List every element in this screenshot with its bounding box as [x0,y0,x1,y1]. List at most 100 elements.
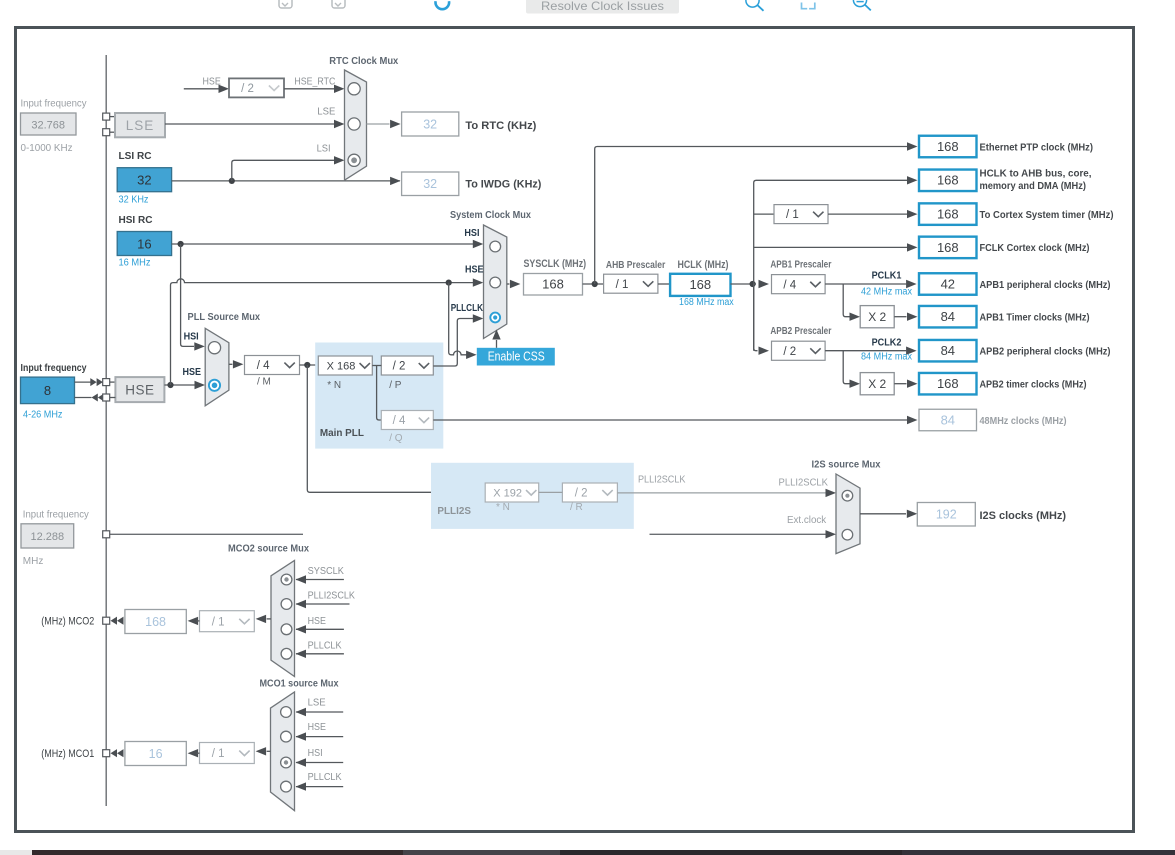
svg-text:I2S clocks (MHz): I2S clocks (MHz) [980,510,1067,522]
svg-text:HSE: HSE [125,383,154,398]
svg-text:32: 32 [423,118,437,132]
svg-text:32 KHz: 32 KHz [119,194,149,205]
svg-text:8: 8 [44,383,51,398]
svg-text:X 2: X 2 [868,310,886,324]
svg-text:HSI: HSI [184,332,199,343]
svg-text:/ M: / M [257,377,271,388]
svg-text:Input frequency: Input frequency [21,99,87,110]
svg-text:84 MHz max: 84 MHz max [861,351,912,362]
svg-text:PLLCLK: PLLCLK [308,640,342,651]
svg-text:/ 2: / 2 [393,361,406,373]
svg-text:Ethernet PTP clock (MHz): Ethernet PTP clock (MHz) [980,142,1094,153]
svg-text:I2S source Mux: I2S source Mux [812,459,881,470]
svg-text:RTC Clock Mux: RTC Clock Mux [329,56,398,67]
svg-text:48MHz clocks (MHz): 48MHz clocks (MHz) [980,416,1067,427]
svg-text:LSE: LSE [317,107,335,118]
svg-text:168 MHz max: 168 MHz max [679,297,734,308]
svg-text:MCO1 source Mux: MCO1 source Mux [260,678,339,689]
svg-text:168: 168 [937,240,959,255]
svg-text:(MHz) MCO1: (MHz) MCO1 [41,748,94,760]
svg-text:/ 1: / 1 [786,209,799,221]
svg-text:* N: * N [327,380,341,391]
svg-text:168: 168 [937,207,959,222]
svg-text:HSE: HSE [308,616,327,627]
svg-text:/ 4: / 4 [257,360,270,372]
svg-text:X 192: X 192 [493,488,522,500]
svg-text:HSI: HSI [308,748,323,759]
svg-text:84: 84 [941,343,955,358]
svg-text:To RTC (KHz): To RTC (KHz) [465,120,536,132]
svg-text:PLLCLK: PLLCLK [308,772,342,783]
svg-text:/ 4: / 4 [393,415,406,427]
svg-text:16: 16 [137,236,151,251]
svg-text:Input frequency: Input frequency [21,363,87,374]
svg-text:HCLK to AHB bus, core,: HCLK to AHB bus, core, [980,169,1092,180]
svg-text:PLLI2SCLK: PLLI2SCLK [779,478,829,489]
svg-text:PLL Source Mux: PLL Source Mux [188,312,261,323]
svg-text:Enable CSS: Enable CSS [488,349,545,364]
svg-text:To Cortex System timer (MHz): To Cortex System timer (MHz) [980,210,1114,221]
svg-text:192: 192 [936,508,957,522]
svg-text:FCLK Cortex clock (MHz): FCLK Cortex clock (MHz) [980,243,1090,254]
svg-text:PCLK1: PCLK1 [872,270,902,281]
svg-text:System Clock Mux: System Clock Mux [450,210,531,221]
svg-text:32.768: 32.768 [31,119,65,131]
svg-text:/ 1: / 1 [616,279,629,291]
svg-text:PLLI2S: PLLI2S [437,506,471,517]
svg-text:Ext.clock: Ext.clock [787,515,827,526]
svg-text:MHz: MHz [23,556,44,567]
svg-text:HCLK (MHz): HCLK (MHz) [678,259,729,271]
svg-text:(MHz) MCO2: (MHz) MCO2 [41,616,94,628]
svg-text:/ R: / R [570,502,583,513]
svg-text:/ 1: / 1 [212,748,225,760]
svg-text:MCO2 source Mux: MCO2 source Mux [228,544,309,555]
svg-text:/ 1: / 1 [212,616,225,628]
svg-text:To IWDG (KHz): To IWDG (KHz) [465,179,541,191]
svg-text:/ Q: / Q [389,433,403,444]
svg-text:APB1 Timer clocks (MHz): APB1 Timer clocks (MHz) [980,313,1090,324]
svg-text:168: 168 [937,376,959,391]
svg-text:Resolve Clock Issues: Resolve Clock Issues [541,0,664,13]
svg-text:32: 32 [137,173,151,188]
svg-text:PCLK2: PCLK2 [872,337,902,348]
svg-text:168: 168 [145,615,166,629]
svg-text:* N: * N [496,502,510,513]
svg-text:12.288: 12.288 [30,531,64,543]
svg-text:/ 4: / 4 [783,279,796,291]
svg-text:HSE: HSE [308,722,327,733]
svg-text:AHB Prescaler: AHB Prescaler [606,260,665,271]
svg-text:/ 2: / 2 [241,83,254,95]
svg-text:X 2: X 2 [868,377,886,391]
svg-text:/ P: / P [389,380,402,391]
svg-text:HSE: HSE [203,76,222,87]
svg-text:168: 168 [937,173,959,188]
svg-text:APB2 Prescaler: APB2 Prescaler [770,326,831,337]
svg-text:42 MHz max: 42 MHz max [861,286,912,297]
svg-text:HSE: HSE [183,367,202,378]
svg-text:LSI: LSI [317,144,331,155]
svg-text:32: 32 [423,177,437,191]
svg-text:memory and DMA (MHz): memory and DMA (MHz) [980,181,1087,192]
svg-text:Main PLL: Main PLL [320,428,364,439]
svg-text:HSI: HSI [464,228,479,239]
svg-text:Input frequency: Input frequency [23,509,89,520]
svg-text:168: 168 [937,139,959,154]
svg-text:APB2 timer clocks (MHz): APB2 timer clocks (MHz) [980,380,1087,391]
svg-text:/ 2: / 2 [575,488,588,500]
svg-text:SYSCLK: SYSCLK [308,566,345,577]
svg-text:4-26 MHz: 4-26 MHz [23,409,63,420]
svg-text:0-1000 KHz: 0-1000 KHz [21,143,73,154]
svg-text:APB1 Prescaler: APB1 Prescaler [770,259,831,270]
svg-text:168: 168 [689,277,711,292]
svg-text:84: 84 [941,412,955,427]
svg-text:LSE: LSE [126,118,155,133]
svg-text:168: 168 [542,277,564,292]
svg-text:PLLI2SCLK: PLLI2SCLK [308,591,356,602]
svg-text:PLLCLK: PLLCLK [451,303,484,314]
svg-text:HSE_RTC: HSE_RTC [294,76,335,87]
svg-text:APB1 peripheral clocks (MHz): APB1 peripheral clocks (MHz) [980,280,1111,291]
svg-text:PLLI2SCLK: PLLI2SCLK [638,474,686,485]
svg-text:84: 84 [941,309,955,324]
svg-text:/ 2: / 2 [783,346,796,358]
svg-text:HSI RC: HSI RC [119,215,153,226]
